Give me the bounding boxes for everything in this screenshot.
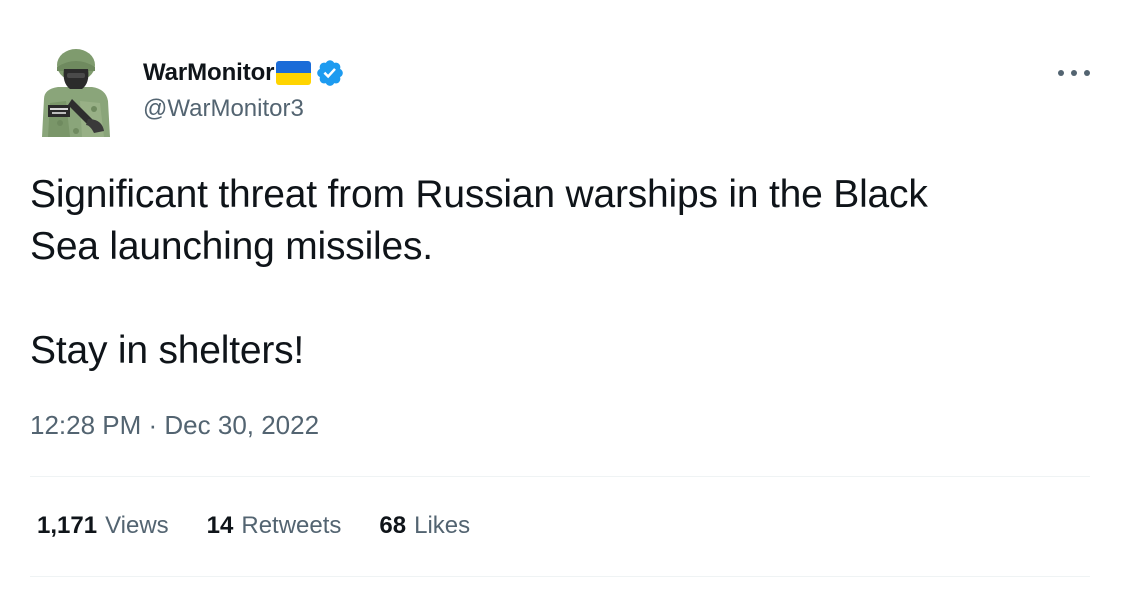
likes-label: Likes (414, 512, 471, 539)
author-display-name[interactable]: WarMonitor (143, 59, 275, 87)
verified-badge-icon (317, 60, 344, 86)
tweet-timestamp[interactable]: 12:28 PM · Dec 30, 2022 (30, 410, 319, 441)
views-stat[interactable]: 1,171 Views (37, 512, 169, 540)
author-name-row: WarMonitor (143, 58, 345, 88)
divider (30, 576, 1090, 577)
engagement-stats: 1,171 Views 14 Retweets 68 Likes (37, 512, 508, 540)
divider (30, 476, 1090, 477)
retweets-label: Retweets (241, 512, 342, 539)
tweet-text: Significant threat from Russian warships… (30, 173, 928, 372)
more-options-icon[interactable] (1058, 63, 1090, 83)
retweets-count: 14 (206, 512, 234, 539)
avatar[interactable] (30, 41, 120, 141)
likes-stat[interactable]: 68 Likes (379, 512, 470, 540)
likes-count: 68 (379, 512, 407, 539)
soldier-avatar-icon (42, 49, 110, 137)
retweets-stat[interactable]: 14 Retweets (207, 512, 342, 540)
ukraine-flag-icon (276, 61, 312, 85)
views-count: 1,171 (37, 512, 98, 539)
author-handle[interactable]: @WarMonitor3 (143, 95, 304, 123)
tweet-card: WarMonitor @WarMonitor3 Significant thre… (0, 0, 1122, 602)
views-label: Views (105, 512, 169, 539)
